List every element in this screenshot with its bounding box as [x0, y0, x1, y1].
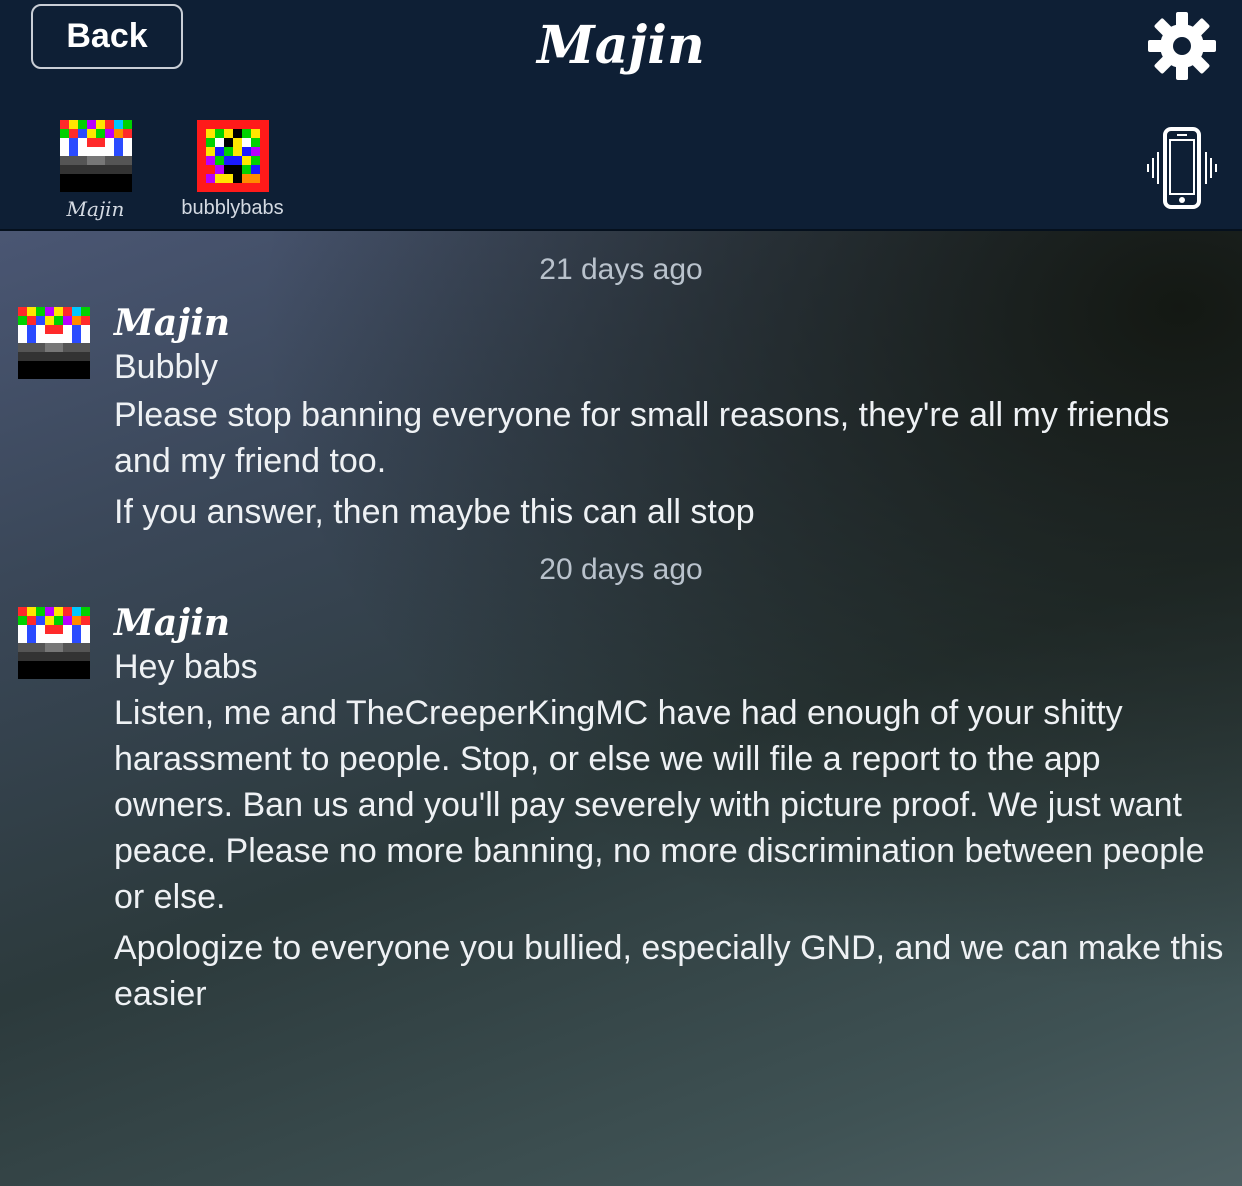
- message-line: Apologize to everyone you bullied, espec…: [114, 929, 1224, 1013]
- phone-vibrate-icon[interactable]: [1142, 126, 1222, 212]
- message-line: If you answer, then maybe this can all s…: [114, 493, 755, 531]
- message-timestamp: 20 days ago: [539, 553, 703, 586]
- message-list[interactable]: 21 days ago Majin Bubbly Please stop ban…: [0, 231, 1242, 1186]
- message-line: Listen, me and TheCreeperKingMC have had…: [114, 694, 1205, 916]
- message-author[interactable]: Majin: [114, 301, 230, 345]
- gear-icon[interactable]: [1146, 10, 1218, 82]
- member-majin[interactable]: Majin: [48, 120, 143, 221]
- message-line: Please stop banning everyone for small r…: [114, 396, 1170, 480]
- chat-title: Majin: [537, 15, 705, 76]
- message-line: Hey babs: [114, 648, 258, 686]
- message-timestamp: 21 days ago: [539, 253, 703, 286]
- message-author[interactable]: Majin: [114, 601, 230, 645]
- avatar[interactable]: [18, 607, 90, 679]
- member-label: Majin: [66, 197, 125, 221]
- member-label: bubblybabs: [181, 197, 284, 219]
- chat-header: Back Majin Majin bubblybabs: [0, 0, 1242, 231]
- avatar: [59, 120, 132, 192]
- avatar[interactable]: [18, 307, 90, 379]
- member-bubblybabs[interactable]: bubblybabs: [170, 120, 295, 220]
- avatar: [196, 120, 269, 192]
- back-button[interactable]: Back: [31, 4, 183, 69]
- message-line: Bubbly: [114, 348, 218, 386]
